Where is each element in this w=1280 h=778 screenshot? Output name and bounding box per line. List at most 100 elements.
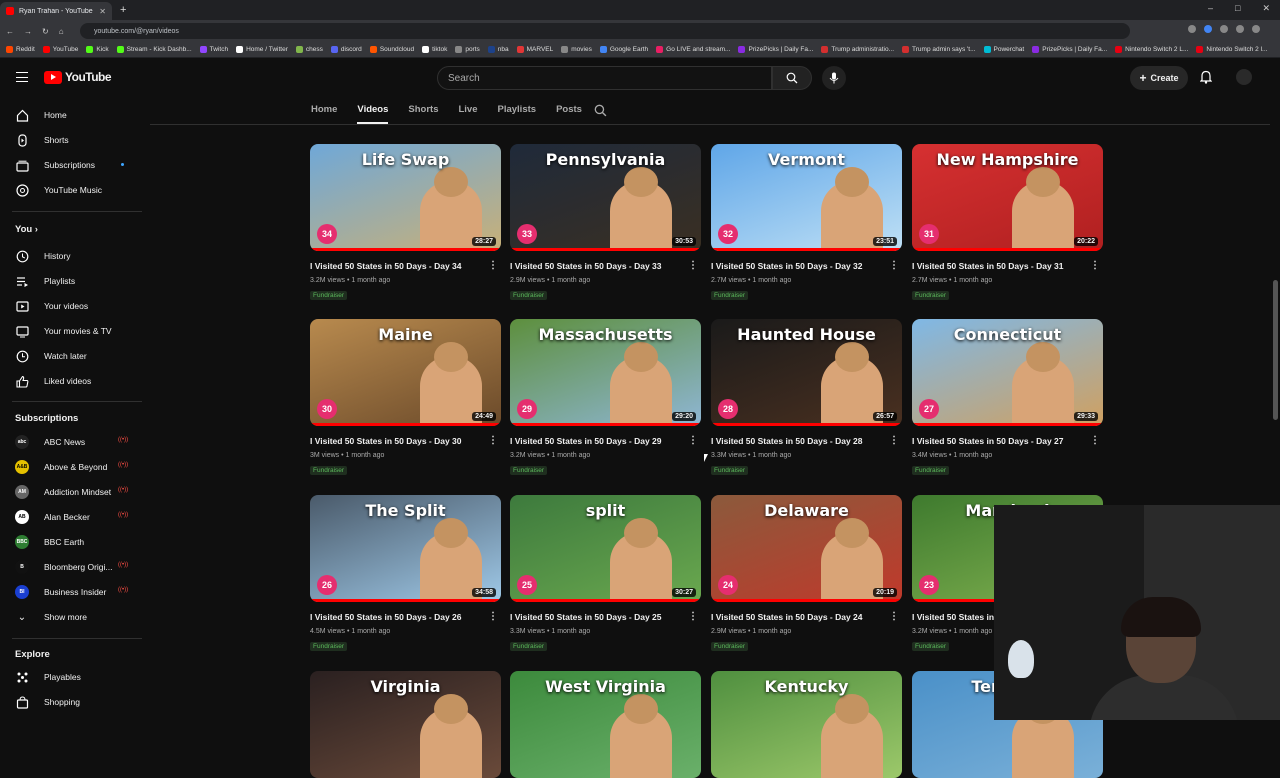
sidebar-item-home[interactable]: Home [0,103,146,127]
video-card[interactable]: Virginia [310,671,501,778]
maximize-icon[interactable]: □ [1235,3,1240,14]
sidebar-item-shorts[interactable]: Shorts [0,128,146,152]
bookmark-item[interactable]: Soundcloud [369,46,414,53]
video-card[interactable]: split 25 30:27 I Visited 50 States in 50 Da… [510,495,701,653]
tab-playlists[interactable]: Playlists [498,104,537,124]
video-thumbnail[interactable]: Delaware 24 20:19 [711,495,902,602]
tab-posts[interactable]: Posts [556,104,582,124]
video-card[interactable]: West Virginia [510,671,701,778]
video-title[interactable]: I Visited 50 States in 50 Days - Day 32 [711,261,902,273]
bookmark-item[interactable]: Go LIVE and stream... [656,46,730,53]
back-icon[interactable]: ← [6,27,14,36]
video-card[interactable]: Connecticut 27 29:33 I Visited 50 States in… [912,319,1103,477]
video-title[interactable]: I Visited 50 States in 50 Days - Day 33 [510,261,701,273]
video-thumbnail[interactable]: Haunted House 28 26:57 [711,319,902,426]
video-card[interactable]: Kentucky [711,671,902,778]
sidebar-item-subscriptions[interactable]: Subscriptions [0,153,146,177]
account-avatar[interactable] [1236,69,1252,85]
video-title[interactable]: I Visited 50 States in 50 Days - Day 25 [510,612,701,624]
video-thumbnail[interactable]: Pennsylvania 33 30:53 [510,144,701,251]
video-thumbnail[interactable]: Maine 30 24:49 [310,319,501,426]
close-tab-icon[interactable]: ✕ [99,7,106,16]
video-thumbnail[interactable]: West Virginia [510,671,701,778]
you-heading[interactable]: You › [15,224,38,235]
sidebar-subscription-item[interactable]: BBC BBC Earth [0,530,146,554]
sidebar-item-liked-videos[interactable]: Liked videos [0,369,146,393]
video-card[interactable]: Maine 30 24:49 I Visited 50 States in 50 Da… [310,319,501,477]
video-card[interactable]: Massachusetts 29 29:20 I Visited 50 States … [510,319,701,477]
more-options-icon[interactable]: ⋮ [688,435,698,446]
bookmark-item[interactable]: Reddit [6,46,35,53]
voice-search-button[interactable] [822,66,846,90]
video-thumbnail[interactable]: split 25 30:27 [510,495,701,602]
more-options-icon[interactable]: ⋮ [488,260,498,271]
video-thumbnail[interactable]: Massachusetts 29 29:20 [510,319,701,426]
search-button[interactable] [772,66,812,90]
tab-videos[interactable]: Videos [357,104,389,124]
video-thumbnail[interactable]: Kentucky [711,671,902,778]
new-tab-icon[interactable]: + [120,4,126,16]
extension-icon[interactable] [1188,25,1196,33]
bookmark-item[interactable]: discord [330,46,362,53]
extension-icon[interactable] [1220,25,1228,33]
bookmark-item[interactable]: Trump administratio... [821,46,894,53]
bookmark-item[interactable]: YouTube [42,46,78,53]
bookmark-item[interactable]: movies [561,46,592,53]
bookmark-item[interactable]: PrizePicks | Daily Fa... [738,46,813,53]
sidebar-item-playables[interactable]: Playables [0,665,146,689]
bookmark-item[interactable]: chess [295,46,323,53]
show-more-button[interactable]: ⌄ Show more [0,605,146,629]
sidebar-item-your-videos[interactable]: Your videos [0,294,146,318]
page-scrollbar[interactable] [1273,280,1278,420]
tab-shorts[interactable]: Shorts [408,104,438,124]
bookmark-item[interactable]: PrizePicks | Daily Fa... [1032,46,1107,53]
bookmark-item[interactable]: Trump admin says 't... [902,46,976,53]
video-title[interactable]: I Visited 50 States in 50 Days - Day 29 [510,436,701,448]
extension-icon[interactable] [1236,25,1244,33]
video-thumbnail[interactable]: The Split 26 34:58 [310,495,501,602]
address-bar[interactable]: youtube.com/@ryan/videos [80,23,1130,39]
more-options-icon[interactable]: ⋮ [688,260,698,271]
bookmark-item[interactable]: Stream - Kick Dashb... [116,46,192,53]
youtube-logo[interactable]: YouTube [44,70,112,84]
bookmark-item[interactable]: Nintendo Switch 2 L... [1115,46,1188,53]
video-card[interactable]: Vermont 32 23:51 I Visited 50 States in 50 … [711,144,902,302]
video-card[interactable]: New Hampshire 31 20:22 I Visited 50 States … [912,144,1103,302]
video-title[interactable]: I Visited 50 States in 50 Days - Day 30 [310,436,501,448]
video-card[interactable]: Delaware 24 20:19 I Visited 50 States in 50… [711,495,902,653]
video-thumbnail[interactable]: Virginia [310,671,501,778]
sidebar-item-history[interactable]: History [0,244,146,268]
bookmark-item[interactable]: Twitch [199,46,228,53]
more-options-icon[interactable]: ⋮ [688,611,698,622]
sidebar-item-youtube-music[interactable]: YouTube Music [0,178,146,202]
bookmark-item[interactable]: ports [455,46,480,53]
more-options-icon[interactable]: ⋮ [488,435,498,446]
video-title[interactable]: I Visited 50 States in 50 Days - Day 26 [310,612,501,624]
more-options-icon[interactable]: ⋮ [1090,435,1100,446]
video-thumbnail[interactable]: Life Swap 34 28:27 [310,144,501,251]
notifications-bell-icon[interactable] [1200,70,1212,84]
bookmark-item[interactable]: Home / Twitter [236,46,288,53]
sidebar-item-shopping[interactable]: Shopping [0,690,146,714]
sidebar-item-watch-later[interactable]: Watch later [0,344,146,368]
more-options-icon[interactable]: ⋮ [889,435,899,446]
video-thumbnail[interactable]: New Hampshire 31 20:22 [912,144,1103,251]
video-title[interactable]: I Visited 50 States in 50 Days - Day 27 [912,436,1103,448]
video-card[interactable]: Life Swap 34 28:27 I Visited 50 States in 5… [310,144,501,302]
menu-icon[interactable] [16,72,28,82]
sidebar-item-your-movies-tv[interactable]: Your movies & TV [0,319,146,343]
bookmark-item[interactable]: Powerchat [983,46,1024,53]
minimize-icon[interactable]: – [1208,3,1213,14]
video-title[interactable]: I Visited 50 States in 50 Days - Day 34 [310,261,501,273]
bookmark-item[interactable]: Google Earth [599,46,648,53]
home-browser-icon[interactable]: ⌂ [59,27,64,36]
video-card[interactable]: Pennsylvania 33 30:53 I Visited 50 States i… [510,144,701,302]
sidebar-item-playlists[interactable]: Playlists [0,269,146,293]
more-options-icon[interactable]: ⋮ [889,611,899,622]
bookmark-item[interactable]: Nintendo Switch 2 l... [1196,46,1267,53]
video-title[interactable]: I Visited 50 States in 50 Days - Day 31 [912,261,1103,273]
extension-icon[interactable] [1204,25,1212,33]
reload-icon[interactable]: ↻ [42,27,49,36]
bookmark-item[interactable]: MARVEL [516,46,553,53]
video-thumbnail[interactable]: Vermont 32 23:51 [711,144,902,251]
